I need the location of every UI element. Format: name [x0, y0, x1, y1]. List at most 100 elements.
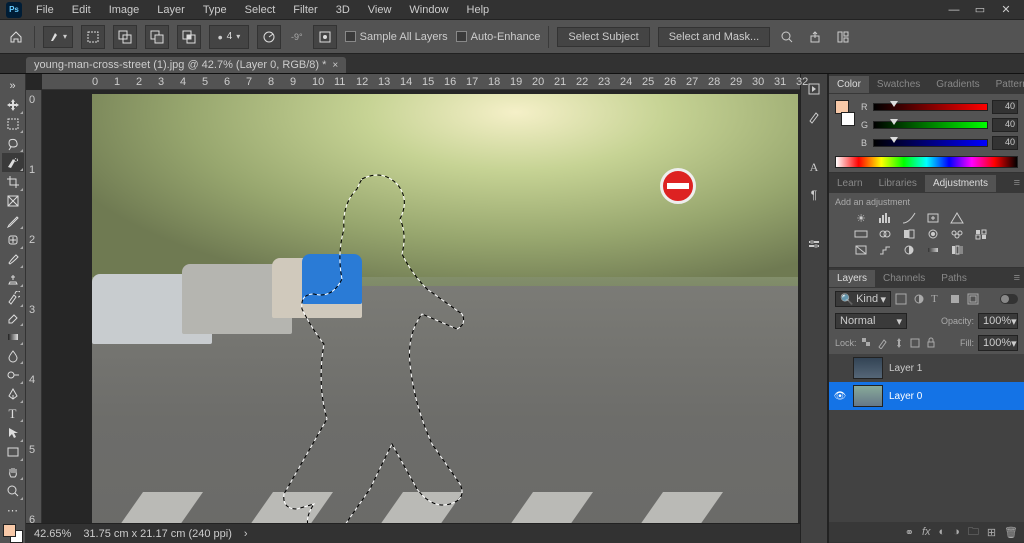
tab-swatches[interactable]: Swatches	[869, 76, 928, 93]
layer-mask-icon[interactable]: ◐	[939, 526, 946, 538]
lock-artboard-icon[interactable]	[909, 337, 921, 349]
tab-channels[interactable]: Channels	[875, 270, 933, 287]
menu-layer[interactable]: Layer	[149, 2, 193, 18]
colorlookup-adj-icon[interactable]	[973, 227, 989, 241]
status-zoom[interactable]: 42.65%	[34, 528, 71, 540]
new-group-icon[interactable]: 🗀	[968, 523, 979, 542]
layer-style-icon[interactable]: fx	[922, 526, 931, 538]
path-selection-tool-icon[interactable]	[2, 423, 24, 442]
share-icon[interactable]	[806, 28, 824, 46]
background-color[interactable]	[841, 112, 855, 126]
subtract-selection-icon[interactable]	[145, 25, 169, 49]
blend-mode-dropdown[interactable]: Normal▾	[835, 313, 907, 329]
eraser-tool-icon[interactable]	[2, 308, 24, 327]
opacity-input[interactable]: 100%▾	[978, 313, 1018, 329]
panel-menu-icon[interactable]: ≡	[1010, 272, 1024, 284]
select-and-mask-button[interactable]: Select and Mask...	[658, 27, 771, 47]
workspace-icon[interactable]	[834, 28, 852, 46]
brightness-adj-icon[interactable]: ☀	[853, 211, 869, 225]
green-value[interactable]: 40	[992, 118, 1018, 132]
blur-tool-icon[interactable]	[2, 346, 24, 365]
gradient-tool-icon[interactable]	[2, 327, 24, 346]
menu-help[interactable]: Help	[459, 2, 498, 18]
green-slider[interactable]	[873, 121, 988, 129]
clone-stamp-tool-icon[interactable]	[2, 269, 24, 288]
filter-smart-icon[interactable]	[967, 293, 981, 305]
tab-layers[interactable]: Layers	[829, 270, 875, 287]
window-minimize-icon[interactable]: —	[942, 2, 966, 18]
menu-3d[interactable]: 3D	[328, 2, 358, 18]
sample-all-layers-checkbox[interactable]: Sample All Layers	[345, 31, 448, 43]
window-close-icon[interactable]: ✕	[994, 2, 1018, 18]
filter-type-icon[interactable]: T	[931, 293, 945, 305]
tab-patterns[interactable]: Patterns	[988, 76, 1024, 93]
tab-learn[interactable]: Learn	[829, 175, 871, 192]
exposure-adj-icon[interactable]	[925, 211, 941, 225]
gradientmap-adj-icon[interactable]	[925, 243, 941, 257]
threshold-adj-icon[interactable]	[901, 243, 917, 257]
home-icon[interactable]	[6, 27, 26, 47]
ruler-horizontal[interactable]: 0123456789101112131415161718192021222324…	[42, 74, 800, 90]
menu-image[interactable]: Image	[101, 2, 148, 18]
delete-layer-icon[interactable]: 🗑	[1004, 526, 1018, 539]
filter-toggle[interactable]	[1000, 294, 1018, 304]
fill-input[interactable]: 100%▾	[978, 335, 1018, 351]
link-layers-icon[interactable]: ⚭	[905, 526, 914, 539]
posterize-adj-icon[interactable]	[877, 243, 893, 257]
color-spectrum[interactable]	[835, 156, 1018, 168]
marquee-tool-icon[interactable]	[2, 115, 24, 134]
selectivecolor-adj-icon[interactable]	[949, 243, 965, 257]
tab-gradients[interactable]: Gradients	[928, 76, 987, 93]
layer-row[interactable]: 👁 Layer 0	[829, 382, 1024, 410]
blue-slider[interactable]	[873, 139, 988, 147]
pen-tool-icon[interactable]	[2, 385, 24, 404]
rectangle-tool-icon[interactable]	[2, 443, 24, 462]
tab-paths[interactable]: Paths	[933, 270, 975, 287]
ruler-vertical[interactable]: 0123456	[26, 90, 42, 523]
photofilter-adj-icon[interactable]	[925, 227, 941, 241]
intersect-selection-icon[interactable]	[177, 25, 201, 49]
panel-menu-icon[interactable]: ≡	[1010, 177, 1024, 189]
properties-panel-icon[interactable]	[805, 236, 823, 254]
lock-transparency-icon[interactable]	[861, 337, 873, 349]
lock-position-icon[interactable]	[893, 337, 905, 349]
color-swatches[interactable]	[3, 524, 23, 543]
filter-adjustment-icon[interactable]	[913, 293, 927, 305]
quick-selection-tool-icon[interactable]	[2, 153, 24, 172]
channelmixer-adj-icon[interactable]	[949, 227, 965, 241]
healing-brush-tool-icon[interactable]	[2, 230, 24, 249]
red-slider[interactable]	[873, 103, 988, 111]
menu-file[interactable]: File	[28, 2, 62, 18]
character-panel-icon[interactable]: A	[805, 158, 823, 176]
menu-select[interactable]: Select	[237, 2, 284, 18]
menu-window[interactable]: Window	[401, 2, 456, 18]
move-tool-icon[interactable]	[2, 95, 24, 114]
new-layer-icon[interactable]: ⊞	[987, 526, 996, 539]
document-tab[interactable]: young-man-cross-street (1).jpg @ 42.7% (…	[26, 57, 346, 73]
history-brush-tool-icon[interactable]	[2, 288, 24, 307]
paragraph-panel-icon[interactable]: ¶	[805, 186, 823, 204]
search-icon[interactable]	[778, 28, 796, 46]
visibility-toggle[interactable]: 👁	[833, 391, 847, 402]
eyedropper-tool-icon[interactable]	[2, 211, 24, 230]
layer-kind-filter[interactable]: 🔍Kind▾	[835, 291, 891, 307]
invert-adj-icon[interactable]	[853, 243, 869, 257]
brush-angle-icon[interactable]	[257, 25, 281, 49]
brush-panel-icon[interactable]	[805, 108, 823, 126]
tool-preset-dropdown[interactable]: ▾	[43, 26, 73, 48]
bw-adj-icon[interactable]	[901, 227, 917, 241]
edit-toolbar-icon[interactable]: ⋯	[2, 501, 24, 520]
layer-thumbnail[interactable]	[853, 385, 883, 407]
blue-value[interactable]: 40	[992, 136, 1018, 150]
hue-adj-icon[interactable]	[853, 227, 869, 241]
brush-size-dropdown[interactable]: • 4 ▾	[209, 25, 249, 49]
layer-thumbnail[interactable]	[853, 357, 883, 379]
tab-libraries[interactable]: Libraries	[871, 175, 925, 192]
red-value[interactable]: 40	[992, 100, 1018, 114]
vibrance-adj-icon[interactable]	[949, 211, 965, 225]
lock-all-icon[interactable]	[925, 337, 937, 349]
menu-filter[interactable]: Filter	[285, 2, 325, 18]
menu-type[interactable]: Type	[195, 2, 235, 18]
brush-settings-icon[interactable]	[313, 25, 337, 49]
auto-enhance-checkbox[interactable]: Auto-Enhance	[456, 31, 541, 43]
